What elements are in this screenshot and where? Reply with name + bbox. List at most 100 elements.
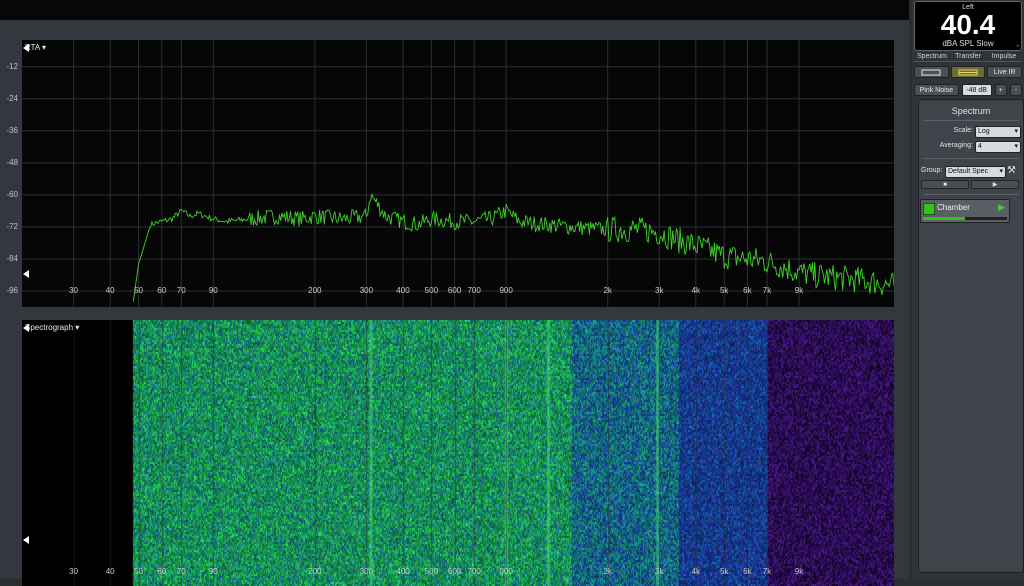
x-tick-label: 7k	[762, 567, 772, 576]
level-fill	[923, 217, 965, 220]
x-tick-label: 7k	[762, 286, 772, 295]
transport-row: ■ ▶	[921, 180, 1019, 189]
x-tick-label: 2k	[603, 567, 612, 576]
spectrograph-top-marker[interactable]	[23, 324, 29, 332]
divider	[923, 194, 1019, 195]
y-tick-label: -24	[6, 93, 18, 103]
x-tick-label: 700	[467, 286, 481, 295]
x-tick-label: 500	[424, 286, 439, 295]
y-tick-label: -36	[6, 125, 18, 135]
measurement-color-swatch	[923, 203, 935, 215]
pink-noise-row: Pink Noise -48 dB + -	[914, 84, 1023, 96]
play-icon[interactable]: ▶	[998, 202, 1005, 213]
measurement-name: Chamber	[937, 203, 970, 212]
x-tick-label: 300	[359, 286, 374, 295]
tools-icon[interactable]: ⚒	[1007, 165, 1016, 176]
rta-top-marker[interactable]	[23, 44, 29, 52]
live-ir-button[interactable]: Live IR	[987, 66, 1023, 78]
x-tick-label: 400	[396, 567, 410, 576]
rta-bottom-marker[interactable]	[23, 270, 29, 278]
chevron-down-icon: ▾	[999, 168, 1003, 175]
y-tick-label: -72	[6, 221, 18, 231]
y-tick-label: -48	[6, 157, 18, 167]
rta-plot[interactable]: RTA ▾	[22, 40, 895, 307]
x-tick-label: 3k	[655, 567, 664, 576]
averaging-value: 4	[978, 143, 982, 150]
meter-value: 40.4	[940, 9, 996, 40]
play-button[interactable]: ▶	[971, 180, 1019, 189]
y-tick-label: -96	[6, 285, 18, 295]
x-tick-label: 90	[208, 286, 218, 295]
spectrograph-bottom-marker[interactable]	[23, 536, 29, 544]
stop-button[interactable]: ■	[921, 180, 969, 189]
scale-select[interactable]: Log ▾	[975, 126, 1021, 138]
x-tick-label: 6k	[743, 286, 752, 295]
divider	[923, 120, 1019, 121]
y-tick-label: -60	[6, 189, 18, 199]
spectrum-settings-panel: Spectrum Scale: Log ▾ Averaging: 4 ▾ Group…	[918, 99, 1024, 573]
spectrograph-title[interactable]: Spectrograph ▾	[25, 323, 79, 332]
x-tick-label: 50	[134, 286, 143, 295]
spectrograph-canvas	[22, 320, 894, 586]
pink-noise-button[interactable]: Pink Noise	[914, 84, 959, 96]
x-tick-label: 90	[208, 567, 218, 576]
divider	[923, 158, 1019, 159]
plot-area: -12 -24 -36 -48 -60 -72 -84 -96 RTA ▾ 30 40 50 60 7…	[0, 20, 909, 586]
x-tick-label: 70	[176, 567, 186, 576]
meter-collapse-button[interactable]: -	[1016, 41, 1019, 50]
single-view-icon	[921, 69, 941, 75]
chevron-down-icon: ▾	[1014, 128, 1018, 135]
x-tick-label: 500	[424, 567, 439, 576]
x-tick-label: 900	[499, 567, 513, 576]
split-view-icon	[958, 69, 978, 75]
x-tick-label: 200	[308, 286, 322, 295]
x-tick-label: 5k	[719, 567, 729, 576]
x-tick-label: 200	[308, 567, 322, 576]
view-tabs: Spectrum Transfer Impulse	[914, 52, 1022, 62]
group-label: Group:	[921, 167, 943, 174]
top-toolbar	[0, 0, 909, 21]
single-view-button[interactable]	[914, 66, 949, 78]
x-tick-label: 4k	[691, 567, 701, 576]
x-tick-label: 700	[467, 567, 481, 576]
x-tick-label: 3k	[655, 286, 664, 295]
tab-transfer[interactable]: Transfer	[950, 52, 986, 62]
x-tick-label: 30	[69, 286, 79, 295]
x-tick-label: 30	[69, 567, 79, 576]
x-tick-label: 4k	[691, 286, 701, 295]
spectrograph-plot[interactable]: Spectrograph ▾	[22, 320, 894, 586]
split-view-button[interactable]	[950, 66, 986, 78]
x-tick-label: 70	[176, 286, 186, 295]
level-track	[923, 217, 1007, 220]
x-tick-label: 9k	[794, 286, 804, 295]
scale-value: Log	[978, 128, 990, 135]
group-select[interactable]: Default Spec ▾	[945, 166, 1006, 178]
spl-meter[interactable]: Left 40.4 dBA SPL Slow -	[914, 1, 1022, 51]
x-tick-label: 600	[447, 286, 462, 295]
y-tick-label: -84	[6, 253, 18, 263]
y-tick-label: -12	[6, 61, 18, 71]
x-tick-label: 50	[134, 567, 143, 576]
averaging-label: Averaging:	[939, 142, 973, 149]
chevron-down-icon: ▾	[1014, 143, 1018, 150]
x-tick-label: 2k	[603, 286, 612, 295]
pink-noise-plus-button[interactable]: +	[994, 84, 1007, 96]
pink-noise-minus-button[interactable]: -	[1009, 84, 1023, 96]
x-tick-label: 40	[105, 286, 115, 295]
x-tick-label: 400	[396, 286, 410, 295]
x-tick-label: 9k	[794, 567, 804, 576]
x-tick-label: 300	[359, 567, 374, 576]
x-tick-label: 60	[157, 286, 167, 295]
tab-impulse[interactable]: Impulse	[986, 52, 1022, 62]
x-tick-label: 6k	[743, 567, 752, 576]
x-tick-label: 40	[105, 567, 115, 576]
averaging-select[interactable]: 4 ▾	[975, 141, 1021, 153]
pink-noise-level[interactable]: -48 dB	[961, 84, 992, 96]
control-panel: Left 40.4 dBA SPL Slow - Spectrum Transf…	[912, 0, 1024, 579]
x-tick-label: 900	[499, 286, 513, 295]
x-tick-label: 600	[447, 567, 462, 576]
tab-spectrum[interactable]: Spectrum	[914, 52, 950, 62]
measurement-chamber[interactable]: Chamber ▶	[920, 199, 1010, 223]
meter-unit: dBA SPL Slow	[942, 39, 994, 48]
rta-chart	[22, 40, 895, 307]
